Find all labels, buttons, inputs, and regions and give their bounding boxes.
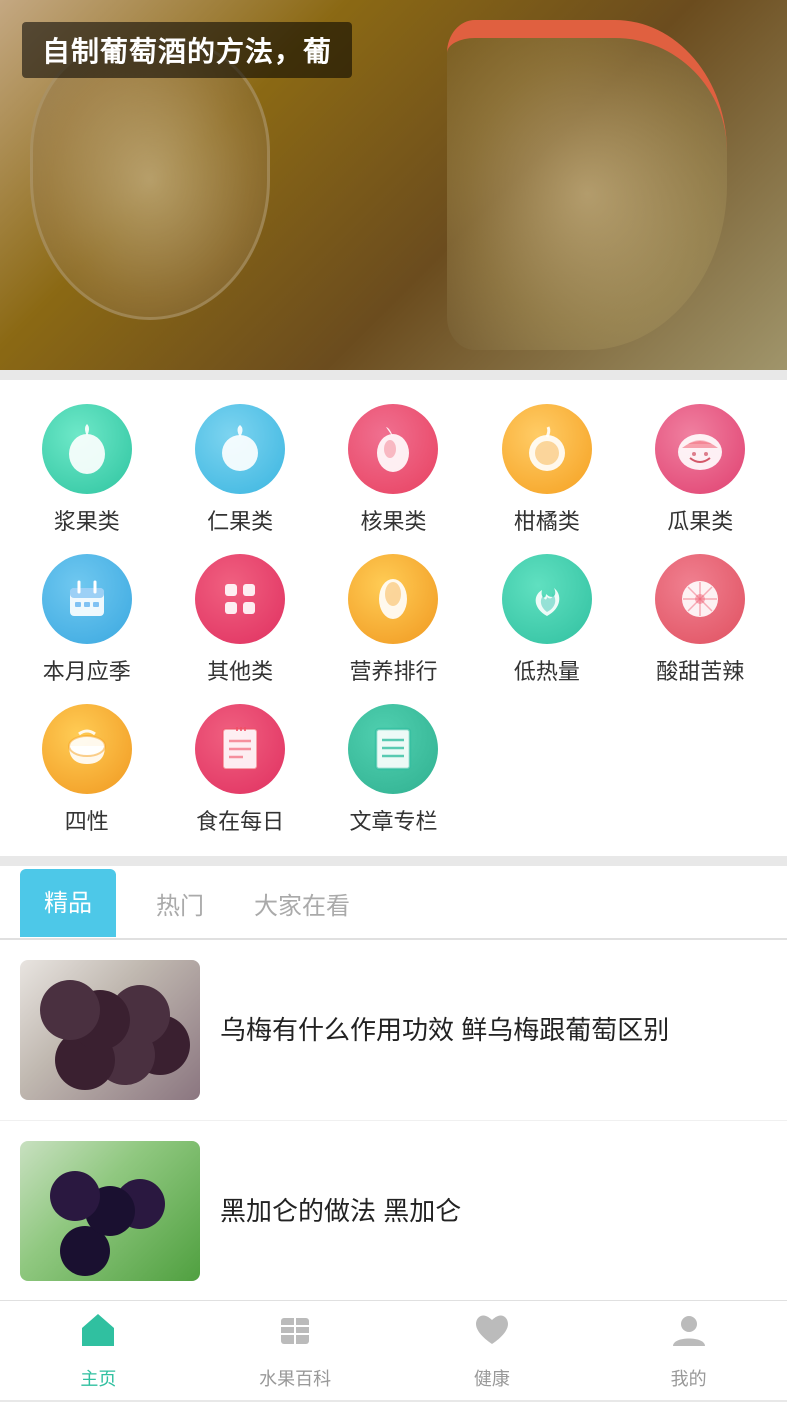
mine-svg	[669, 1310, 709, 1350]
category-item-taste[interactable]: 酸甜苦辣	[624, 554, 777, 686]
citrus-svg	[522, 423, 572, 475]
hero-title: 自制葡萄酒的方法，葡	[42, 36, 332, 67]
nature-svg	[61, 724, 113, 774]
jar-right	[447, 20, 727, 350]
mine-icon	[669, 1310, 709, 1359]
daily-icon	[195, 704, 285, 794]
season-svg	[62, 574, 112, 624]
article-item-wumei[interactable]: 乌梅有什么作用功效 鲜乌梅跟葡萄区别	[0, 940, 787, 1121]
health-svg	[472, 1310, 512, 1350]
fruit-nav-svg	[275, 1310, 315, 1350]
category-item-lowcal[interactable]: 低热量	[470, 554, 623, 686]
tab-watching[interactable]: 大家在看	[244, 866, 360, 940]
health-icon	[472, 1310, 512, 1359]
article-list: 乌梅有什么作用功效 鲜乌梅跟葡萄区别 黑加仑的做法 黑加仑	[0, 940, 787, 1302]
nature-icon	[42, 704, 132, 794]
category-section: 浆果类 仁果类 核	[0, 380, 787, 856]
nutrition-label: 营养排行	[349, 654, 437, 686]
ren-svg	[215, 423, 265, 475]
category-item-article[interactable]: 文章专栏	[317, 704, 470, 836]
category-item-berry[interactable]: 浆果类	[10, 404, 163, 536]
article-text-hei: 黑加仑的做法 黑加仑	[220, 1192, 767, 1231]
health-label: 健康	[474, 1365, 510, 1391]
article-title-wumei: 乌梅有什么作用功效 鲜乌梅跟葡萄区别	[220, 1015, 669, 1045]
page-content: 自制葡萄酒的方法，葡 浆果类	[0, 0, 787, 1402]
nav-health[interactable]: 健康	[394, 1302, 591, 1399]
home-svg	[78, 1310, 118, 1350]
home-icon	[78, 1310, 118, 1359]
category-item-daily[interactable]: 食在每日	[163, 704, 316, 836]
article-icon	[348, 704, 438, 794]
category-item-nature[interactable]: 四性	[10, 704, 163, 836]
he-icon	[348, 404, 438, 494]
article-thumb-wumei	[20, 960, 200, 1100]
nature-label: 四性	[65, 804, 109, 836]
category-item-other[interactable]: 其他类	[163, 554, 316, 686]
bottom-nav: 主页 水果百科 健康 我的	[0, 1300, 787, 1400]
article-item-hei[interactable]: 黑加仑的做法 黑加仑	[0, 1121, 787, 1302]
taste-svg	[675, 574, 725, 624]
category-item-nutrition[interactable]: 营养排行	[317, 554, 470, 686]
other-label: 其他类	[207, 654, 273, 686]
category-item-gua[interactable]: 瓜果类	[624, 404, 777, 536]
taste-label: 酸甜苦辣	[656, 654, 744, 686]
jar-left	[30, 40, 270, 320]
taste-icon	[655, 554, 745, 644]
category-item-citrus[interactable]: 柑橘类	[470, 404, 623, 536]
nav-fruit[interactable]: 水果百科	[197, 1302, 394, 1399]
other-svg	[215, 574, 265, 624]
berry-icon	[42, 404, 132, 494]
mine-label: 我的	[671, 1365, 707, 1391]
article-label: 文章专栏	[349, 804, 437, 836]
thumb-wumei-img	[20, 960, 200, 1100]
category-item-ren[interactable]: 仁果类	[163, 404, 316, 536]
category-item-season[interactable]: 本月应季	[10, 554, 163, 686]
daily-svg	[215, 723, 265, 775]
he-label: 核果类	[360, 504, 426, 536]
season-icon	[42, 554, 132, 644]
daily-label: 食在每日	[196, 804, 284, 836]
nav-mine[interactable]: 我的	[590, 1302, 787, 1399]
nutrition-svg	[368, 574, 418, 624]
article-thumb-hei	[20, 1141, 200, 1281]
gua-icon	[655, 404, 745, 494]
citrus-label: 柑橘类	[514, 504, 580, 536]
nav-home[interactable]: 主页	[0, 1302, 197, 1399]
ren-icon	[195, 404, 285, 494]
hero-banner[interactable]: 自制葡萄酒的方法，葡	[0, 0, 787, 370]
season-label: 本月应季	[43, 654, 131, 686]
fruit-label: 水果百科	[259, 1365, 331, 1391]
other-icon	[195, 554, 285, 644]
thumb-hei-img	[20, 1141, 200, 1281]
lowcal-icon	[502, 554, 592, 644]
gua-svg	[674, 424, 726, 474]
lowcal-label: 低热量	[514, 654, 580, 686]
article-text-wumei: 乌梅有什么作用功效 鲜乌梅跟葡萄区别	[220, 1011, 767, 1050]
hero-title-box: 自制葡萄酒的方法，葡	[22, 22, 352, 78]
tabs-section: 精品 热门 大家在看 乌梅有什么作用功效 鲜乌梅跟葡萄区别 黑加仑的做法 黑加仑	[0, 866, 787, 1302]
berry-label: 浆果类	[54, 504, 120, 536]
tab-hotmen[interactable]: 热门	[146, 866, 214, 940]
gua-label: 瓜果类	[667, 504, 733, 536]
citrus-icon	[502, 404, 592, 494]
he-svg	[368, 423, 418, 475]
ren-label: 仁果类	[207, 504, 273, 536]
tab-jingpin[interactable]: 精品	[20, 869, 116, 937]
home-label: 主页	[80, 1365, 116, 1391]
category-item-he[interactable]: 核果类	[317, 404, 470, 536]
fruit-icon	[275, 1310, 315, 1359]
berry-svg	[63, 422, 111, 476]
category-grid: 浆果类 仁果类 核	[10, 404, 777, 836]
tabs-header: 精品 热门 大家在看	[0, 866, 787, 940]
nutrition-icon	[348, 554, 438, 644]
article-title-hei: 黑加仑的做法 黑加仑	[220, 1196, 461, 1226]
article-svg	[368, 723, 418, 775]
lowcal-svg	[522, 574, 572, 624]
